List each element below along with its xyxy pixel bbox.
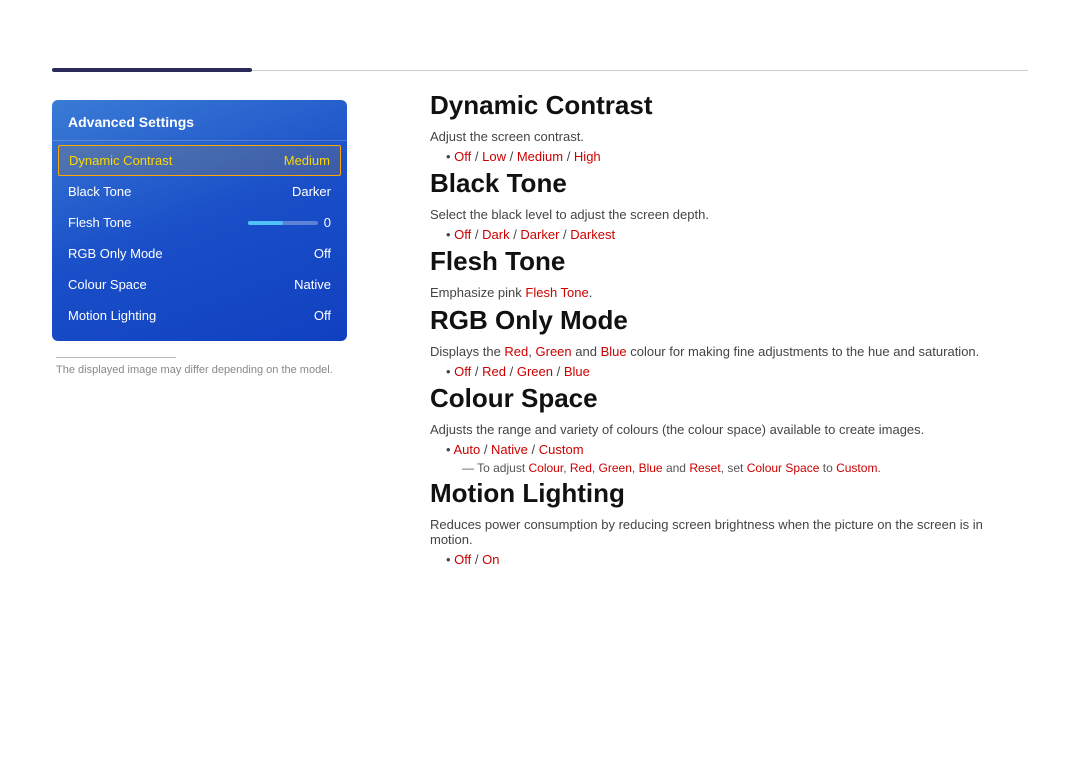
- menu-item-dynamic-contrast[interactable]: Dynamic Contrast Medium: [58, 145, 341, 176]
- motion-lighting-label: Motion Lighting: [68, 308, 156, 323]
- option-high-dc: High: [574, 149, 601, 164]
- flesh-tone-highlight: Flesh Tone: [525, 285, 588, 300]
- bullet-motion-lighting: Off / On: [446, 552, 1028, 567]
- right-content: Dynamic Contrast Adjust the screen contr…: [430, 90, 1028, 571]
- option-blue-rgb: Blue: [564, 364, 590, 379]
- section-flesh-tone: Flesh Tone Emphasize pink Flesh Tone.: [430, 246, 1028, 300]
- flesh-tone-label: Flesh Tone: [68, 215, 131, 230]
- option-dark-bt: Dark: [482, 227, 509, 242]
- note-section: The displayed image may differ depending…: [52, 357, 347, 376]
- settings-box: Advanced Settings Dynamic Contrast Mediu…: [52, 100, 347, 341]
- option-auto-cs: Auto: [453, 442, 480, 457]
- dynamic-contrast-label: Dynamic Contrast: [69, 153, 172, 168]
- section-motion-lighting: Motion Lighting Reduces power consumptio…: [430, 478, 1028, 567]
- section-desc-black-tone: Select the black level to adjust the scr…: [430, 207, 1028, 222]
- motion-lighting-value: Off: [314, 308, 331, 323]
- bullet-colour-space: Auto / Native / Custom: [446, 442, 1028, 457]
- colour-space-value: Native: [294, 277, 331, 292]
- option-off-rgb: Off: [454, 364, 471, 379]
- menu-item-motion-lighting[interactable]: Motion Lighting Off: [52, 300, 347, 331]
- bullet-dynamic-contrast: Off / Low / Medium / High: [446, 149, 1028, 164]
- option-off-bt: Off: [454, 227, 471, 242]
- option-off-ml: Off: [454, 552, 471, 567]
- flesh-tone-slider[interactable]: [248, 221, 318, 225]
- option-medium-dc: Medium: [517, 149, 563, 164]
- section-desc-motion-lighting: Reduces power consumption by reducing sc…: [430, 517, 1028, 547]
- black-tone-label: Black Tone: [68, 184, 131, 199]
- option-native-cs: Native: [491, 442, 528, 457]
- panel-title: Advanced Settings: [52, 114, 347, 141]
- section-black-tone: Black Tone Select the black level to adj…: [430, 168, 1028, 242]
- option-darker-bt: Darker: [520, 227, 559, 242]
- rgb-only-mode-value: Off: [314, 246, 331, 261]
- section-desc-dynamic-contrast: Adjust the screen contrast.: [430, 129, 1028, 144]
- option-green-rgb: Green: [517, 364, 553, 379]
- option-custom-cs: Custom: [539, 442, 584, 457]
- option-darkest-bt: Darkest: [570, 227, 615, 242]
- option-low-dc: Low: [482, 149, 506, 164]
- bullet-rgb-only-mode: Off / Red / Green / Blue: [446, 364, 1028, 379]
- section-title-flesh-tone: Flesh Tone: [430, 246, 1028, 277]
- left-panel: Advanced Settings Dynamic Contrast Mediu…: [52, 100, 347, 376]
- top-bar-accent: [52, 68, 252, 72]
- bullet-black-tone: Off / Dark / Darker / Darkest: [446, 227, 1028, 242]
- option-red-rgb: Red: [482, 364, 506, 379]
- section-dynamic-contrast: Dynamic Contrast Adjust the screen contr…: [430, 90, 1028, 164]
- option-off-dc: Off: [454, 149, 471, 164]
- dynamic-contrast-value: Medium: [284, 153, 330, 168]
- rgb-only-mode-label: RGB Only Mode: [68, 246, 163, 261]
- note-text: The displayed image may differ depending…: [56, 364, 343, 376]
- section-title-dynamic-contrast: Dynamic Contrast: [430, 90, 1028, 121]
- section-title-colour-space: Colour Space: [430, 383, 1028, 414]
- section-desc-rgb-only-mode: Displays the Red, Green and Blue colour …: [430, 344, 1028, 359]
- menu-item-colour-space[interactable]: Colour Space Native: [52, 269, 347, 300]
- note-divider: [56, 357, 176, 358]
- flesh-tone-control: 0: [248, 215, 331, 230]
- menu-item-flesh-tone[interactable]: Flesh Tone 0: [52, 207, 347, 238]
- sub-note-colour-space: To adjust Colour, Red, Green, Blue and R…: [462, 461, 1028, 475]
- menu-item-rgb-only-mode[interactable]: RGB Only Mode Off: [52, 238, 347, 269]
- section-title-motion-lighting: Motion Lighting: [430, 478, 1028, 509]
- top-bar-line: [252, 70, 1028, 71]
- section-title-rgb-only-mode: RGB Only Mode: [430, 305, 1028, 336]
- section-colour-space: Colour Space Adjusts the range and varie…: [430, 383, 1028, 475]
- black-tone-value: Darker: [292, 184, 331, 199]
- colour-space-label: Colour Space: [68, 277, 147, 292]
- top-bar: [52, 68, 1028, 72]
- option-on-ml: On: [482, 552, 499, 567]
- section-rgb-only-mode: RGB Only Mode Displays the Red, Green an…: [430, 305, 1028, 379]
- menu-item-black-tone[interactable]: Black Tone Darker: [52, 176, 347, 207]
- section-title-black-tone: Black Tone: [430, 168, 1028, 199]
- section-desc-flesh-tone: Emphasize pink Flesh Tone.: [430, 285, 1028, 300]
- slider-fill: [248, 221, 283, 225]
- flesh-tone-value: 0: [324, 215, 331, 230]
- section-desc-colour-space: Adjusts the range and variety of colours…: [430, 422, 1028, 437]
